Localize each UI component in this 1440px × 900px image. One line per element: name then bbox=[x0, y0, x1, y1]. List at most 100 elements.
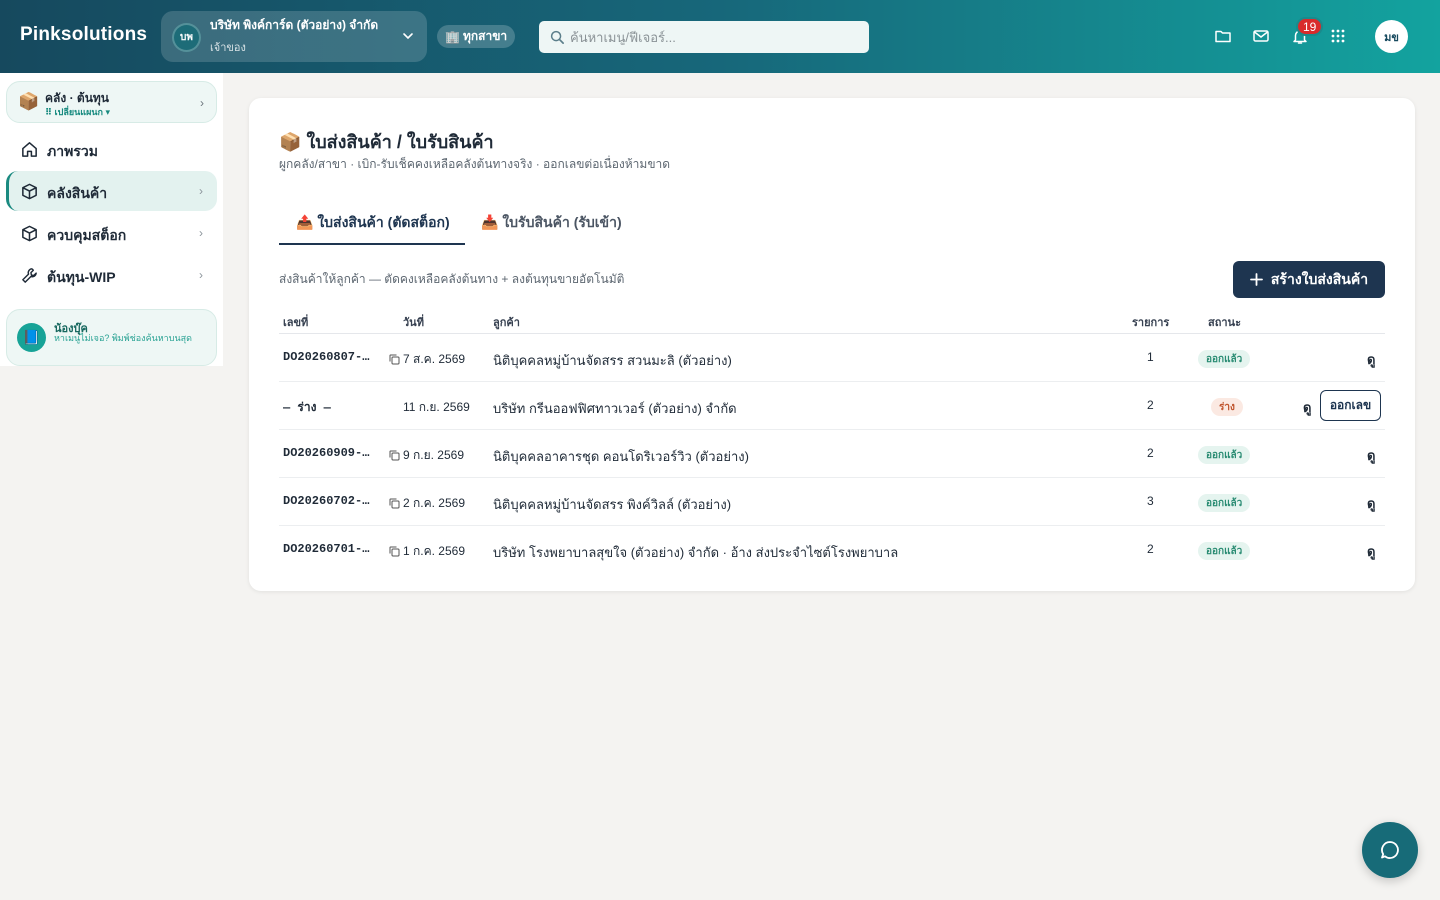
search-box[interactable] bbox=[539, 21, 869, 53]
column-header-no: เลขที่ bbox=[283, 317, 309, 329]
customer-name: บริษัท โรงพยาบาลสุขใจ (ตัวอย่าง) จำกัด ·… bbox=[493, 545, 899, 560]
box-icon bbox=[22, 183, 37, 200]
column-header-customer: ลูกค้า bbox=[493, 317, 520, 329]
main-card: 📦 ใบส่งสินค้า / ใบรับสินค้า ผูกคลัง/สาขา… bbox=[249, 98, 1415, 591]
doc-number: — ร่าง — bbox=[283, 401, 331, 415]
company-avatar: บพ bbox=[172, 23, 201, 52]
notification-badge: 19 bbox=[1296, 17, 1324, 36]
doc-number: DO20260909-… bbox=[283, 446, 370, 460]
sidebar: 📦 คลัง · ต้นทุน ⠿ เปลี่ยนแผนก ▾ › ภาพรวม… bbox=[0, 73, 223, 366]
package-icon: 📦 bbox=[18, 92, 40, 111]
status-badge: ออกแล้ว bbox=[1198, 494, 1251, 512]
doc-date: 7 ส.ค. 2569 bbox=[389, 350, 465, 369]
column-header-items: รายการ bbox=[1132, 317, 1170, 329]
mail-icon[interactable] bbox=[1251, 26, 1271, 46]
top-bar: Pinksolutions บพ บริษัท พิงค์การ์ด (ตัวอ… bbox=[0, 0, 1440, 73]
chat-bubble-icon bbox=[1381, 841, 1399, 859]
outbox-icon: 📤 bbox=[296, 214, 314, 230]
tab-receipt-note[interactable]: 📥 ใบรับสินค้า (รับเข้า) bbox=[481, 203, 622, 245]
assistant-hint: หาเมนูไม่เจอ? พิมพ์ช่องค้นหาบนสุด bbox=[54, 333, 192, 343]
sidebar-item-warehouse[interactable]: คลังสินค้า › bbox=[6, 171, 217, 211]
date-text: 9 ก.ย. 2569 bbox=[403, 448, 465, 462]
status-badge: ออกแล้ว bbox=[1198, 446, 1251, 464]
view-link[interactable]: ดู bbox=[1367, 349, 1375, 370]
table-row[interactable]: DO20260701-… 1 ก.ค. 2569 บริษัท โรงพยาบา… bbox=[279, 526, 1385, 574]
doc-number: DO20260807-… bbox=[283, 350, 370, 364]
doc-date: 9 ก.ย. 2569 bbox=[389, 446, 464, 465]
issue-number-button[interactable]: ออกเลข bbox=[1320, 390, 1381, 421]
tab-delivery-note[interactable]: 📤 ใบส่งสินค้า (ตัดสต็อก) bbox=[279, 203, 465, 245]
branch-label: ทุกสาขา bbox=[462, 29, 508, 43]
search-input[interactable] bbox=[570, 29, 860, 45]
status-badge: ร่าง bbox=[1211, 398, 1243, 416]
item-count: 2 bbox=[1147, 542, 1154, 556]
chevron-right-icon: › bbox=[199, 184, 203, 198]
home-icon bbox=[22, 142, 37, 157]
customer-name: นิติบุคคลหมู่บ้านจัดสรร สวนมะลิ (ตัวอย่า… bbox=[493, 353, 732, 368]
chevron-down-icon bbox=[403, 33, 413, 40]
status-badge: ออกแล้ว bbox=[1198, 542, 1251, 560]
copy-icon[interactable] bbox=[389, 498, 400, 509]
folder-icon[interactable] bbox=[1213, 26, 1233, 46]
table-row[interactable]: — ร่าง — 11 ก.ย. 2569 บริษัท กรีนออฟฟิศท… bbox=[279, 382, 1385, 430]
apps-grid-icon[interactable] bbox=[1328, 26, 1348, 46]
tab-label: ใบรับสินค้า (รับเข้า) bbox=[502, 214, 622, 230]
package-icon: 📦 bbox=[279, 132, 302, 152]
doc-number: DO20260702-… bbox=[283, 494, 370, 508]
doc-date: 2 ก.ค. 2569 bbox=[389, 494, 465, 513]
wrench-icon bbox=[22, 268, 37, 283]
view-link[interactable]: ดู bbox=[1367, 445, 1375, 466]
view-link[interactable]: ดู bbox=[1367, 541, 1375, 562]
doc-number: DO20260701-… bbox=[283, 542, 370, 556]
tab-label: ใบส่งสินค้า (ตัดสต็อก) bbox=[317, 214, 450, 230]
date-text: 2 ก.ค. 2569 bbox=[403, 496, 465, 510]
page-subtitle: ผูกคลัง/สาขา · เบิก-รับเช็คคงเหลือคลังต้… bbox=[279, 157, 671, 171]
copy-icon[interactable] bbox=[389, 546, 400, 557]
date-text: 11 ก.ย. 2569 bbox=[403, 400, 470, 414]
sidebar-item-label: คลังสินค้า bbox=[47, 185, 108, 201]
brand-logo[interactable]: Pinksolutions bbox=[20, 24, 147, 46]
table-header: เลขที่ วันที่ ลูกค้า รายการ สถานะ bbox=[279, 304, 1385, 334]
plus-icon bbox=[1249, 273, 1263, 286]
table-row[interactable]: DO20260807-… 7 ส.ค. 2569 นิติบุคคลหมู่บ้… bbox=[279, 334, 1385, 382]
date-text: 7 ส.ค. 2569 bbox=[403, 352, 466, 366]
customer-name: บริษัท กรีนออฟฟิศทาวเวอร์ (ตัวอย่าง) จำก… bbox=[493, 401, 737, 416]
sidebar-item-label: ควบคุมสต็อก bbox=[47, 227, 127, 243]
sidebar-item-cost-wip[interactable]: ต้นทุน-WIP › bbox=[6, 255, 217, 295]
building-icon: 🏢 bbox=[445, 29, 460, 44]
view-link[interactable]: ดู bbox=[1303, 397, 1311, 418]
sidebar-item-overview[interactable]: ภาพรวม bbox=[6, 129, 217, 169]
box-icon bbox=[22, 225, 37, 242]
table-row[interactable]: DO20260909-… 9 ก.ย. 2569 นิติบุคคลอาคารช… bbox=[279, 430, 1385, 478]
table-row[interactable]: DO20260702-… 2 ก.ค. 2569 นิติบุคคลหมู่บ้… bbox=[279, 478, 1385, 526]
page-title: 📦 ใบส่งสินค้า / ใบรับสินค้า bbox=[279, 127, 494, 156]
department-switcher[interactable]: 📦 คลัง · ต้นทุน ⠿ เปลี่ยนแผนก ▾ › bbox=[6, 81, 217, 123]
company-name: บริษัท พิงค์การ์ด (ตัวอย่าง) จำกัด bbox=[210, 18, 379, 32]
chevron-right-icon: › bbox=[200, 96, 204, 110]
column-header-date: วันที่ bbox=[403, 317, 424, 329]
branch-selector[interactable]: 🏢 ทุกสาขา bbox=[437, 25, 516, 48]
create-delivery-note-button[interactable]: สร้างใบส่งสินค้า bbox=[1233, 261, 1385, 298]
status-badge: ออกแล้ว bbox=[1198, 350, 1251, 368]
date-text: 1 ก.ค. 2569 bbox=[403, 544, 465, 558]
doc-date: 1 ก.ค. 2569 bbox=[389, 542, 465, 561]
switch-department-link[interactable]: ⠿ เปลี่ยนแผนก ▾ bbox=[45, 105, 110, 119]
copy-icon[interactable] bbox=[389, 450, 400, 461]
item-count: 2 bbox=[1147, 446, 1154, 460]
view-link[interactable]: ดู bbox=[1367, 493, 1375, 514]
sidebar-item-label: ต้นทุน-WIP bbox=[47, 269, 116, 285]
sidebar-item-label: ภาพรวม bbox=[47, 143, 98, 159]
chat-button[interactable] bbox=[1362, 822, 1418, 878]
item-count: 1 bbox=[1147, 350, 1154, 364]
inbox-icon: 📥 bbox=[481, 214, 499, 230]
assistant-helper[interactable]: 📘 น้องบุ๊ค หาเมนูไม่เจอ? พิมพ์ช่องค้นหาบ… bbox=[6, 309, 217, 366]
user-avatar[interactable]: มข bbox=[1375, 20, 1408, 53]
book-icon: 📘 bbox=[17, 323, 46, 352]
sidebar-item-stock-control[interactable]: ควบคุมสต็อก › bbox=[6, 213, 217, 253]
document-tabs: 📤 ใบส่งสินค้า (ตัดสต็อก) 📥 ใบรับสินค้า (… bbox=[279, 203, 1385, 245]
copy-icon[interactable] bbox=[389, 354, 400, 365]
chevron-right-icon: › bbox=[199, 268, 203, 282]
chevron-right-icon: › bbox=[199, 226, 203, 240]
company-switcher[interactable]: บพ บริษัท พิงค์การ์ด (ตัวอย่าง) จำกัด เจ… bbox=[161, 11, 427, 62]
company-role: เจ้าของ bbox=[210, 42, 246, 54]
